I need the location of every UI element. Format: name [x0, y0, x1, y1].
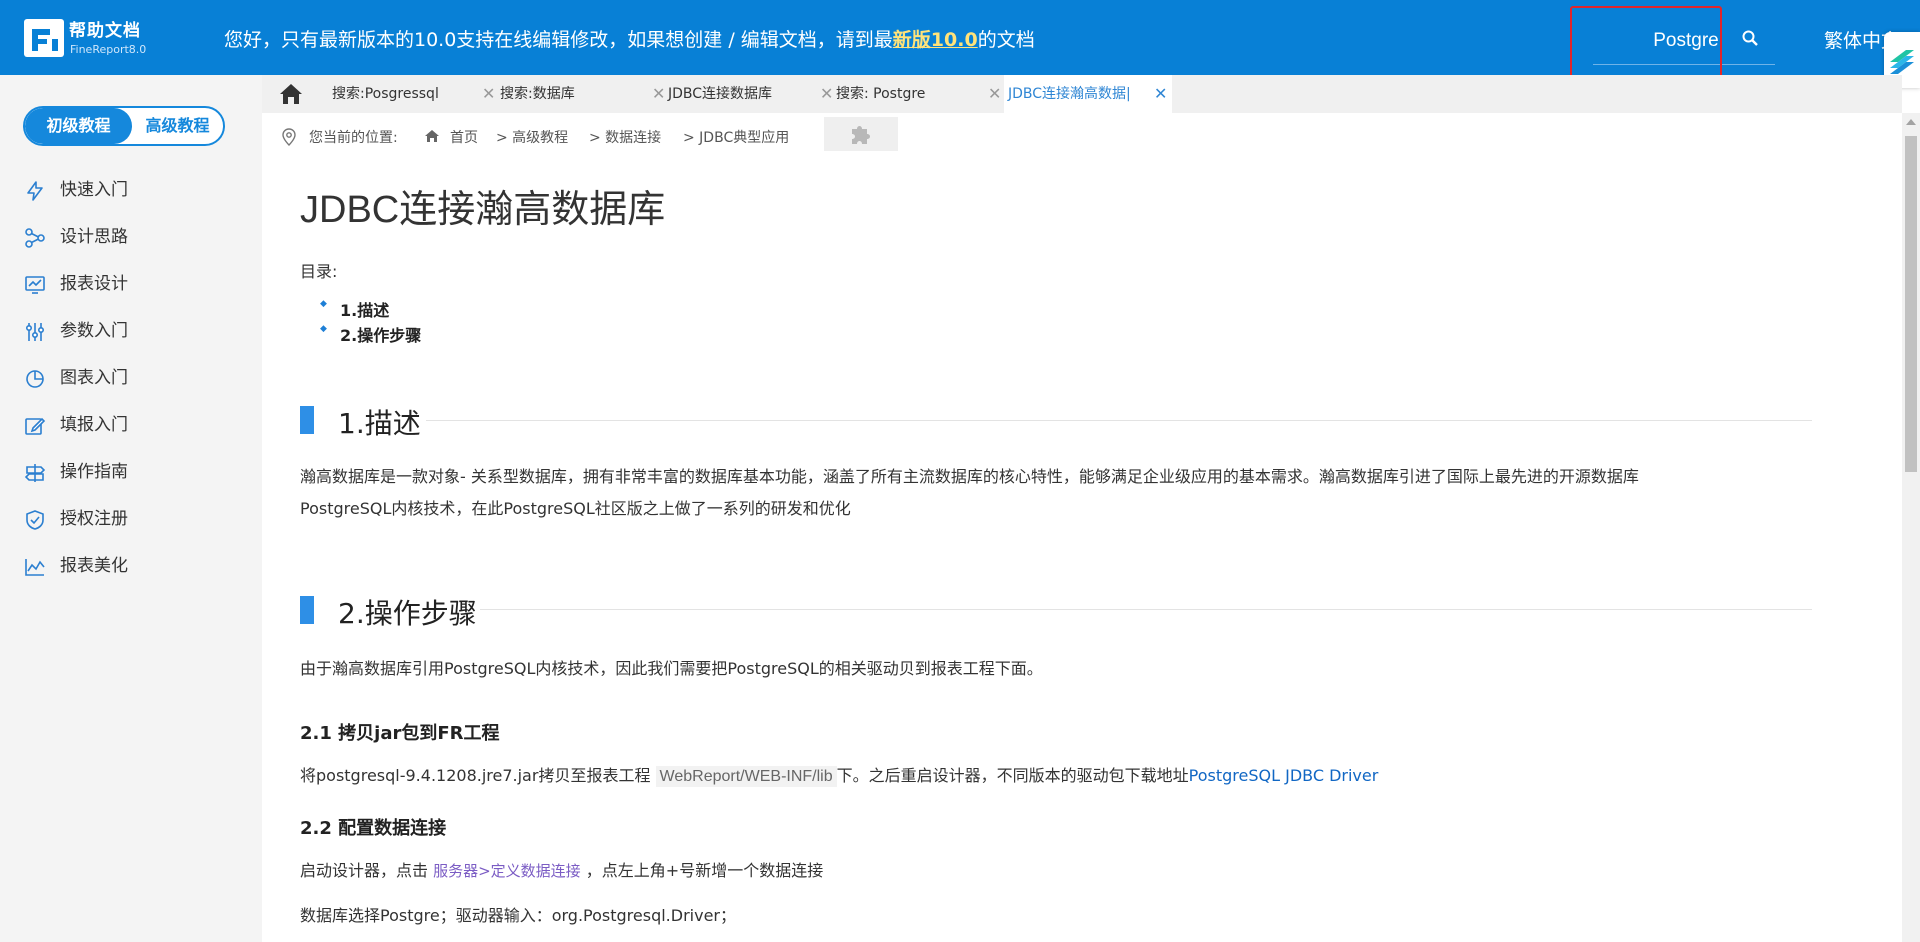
- lightning-icon: [27, 181, 43, 201]
- finereport-logo-icon[interactable]: [24, 19, 64, 57]
- lib-path-code: WebReport/WEB-INF/lib: [655, 766, 837, 787]
- page-title: JDBC连接瀚高数据库: [300, 189, 666, 231]
- config-text-a: 启动设计器，点击: [300, 861, 429, 880]
- toc-label: 目录:: [300, 262, 338, 281]
- logo-subtitle: FineReport8.0: [70, 43, 147, 56]
- tab-search-posgressql[interactable]: 搜索:Posgressql ✕: [332, 75, 497, 113]
- config-text-b: ，点左上角+号新增一个数据连接: [585, 861, 824, 880]
- subsection-config-text: 启动设计器，点击 服务器>定义数据连接 ，点左上角+号新增一个数据连接: [300, 857, 823, 881]
- sidebar-item-label: 图表入门: [60, 368, 128, 388]
- shield-check-icon: [26, 510, 44, 530]
- sidebar-item-label: 填报入门: [60, 415, 128, 435]
- breadcrumb-data-connection[interactable]: > 数据连接: [589, 127, 661, 147]
- section-title-steps: 2.操作步骤: [338, 597, 477, 630]
- tab-label: 搜索:Posgressql: [332, 86, 439, 102]
- sidebar-item-label: 快速入门: [60, 180, 128, 200]
- subsection-copy-jar-text: 将postgresql-9.4.1208.jre7.jar拷贝至报表工程 Web…: [300, 762, 1379, 787]
- toc-item-description[interactable]: 1.描述: [320, 297, 389, 321]
- tab-jdbc-connect-database[interactable]: JDBC连接数据库 ✕: [668, 75, 833, 113]
- network-icon: [25, 228, 45, 248]
- breadcrumb-jdbc-typical[interactable]: > JDBC典型应用: [683, 127, 789, 147]
- breadcrumb-advanced[interactable]: > 高级教程: [496, 127, 568, 147]
- postgresql-jdbc-driver-link[interactable]: PostgreSQL JDBC Driver: [1189, 766, 1379, 785]
- tab-label: JDBC连接数据库: [668, 86, 773, 102]
- sidebar-item-label: 设计思路: [60, 227, 128, 247]
- monitor-chart-icon: [25, 276, 45, 294]
- toc-item-steps[interactable]: 2.操作步骤: [320, 322, 421, 346]
- subsection-driver-text: 数据库选择Postgre；驱动器输入：org.Postgresql.Driver…: [300, 906, 736, 925]
- tutorial-level-toggle: 初级教程 高级教程: [23, 106, 225, 146]
- left-sidebar: 初级教程 高级教程 快速入门 设计思路 报表设计 参数入门 图表入门 填报入门 …: [0, 75, 262, 942]
- section-marker: [300, 596, 314, 624]
- section1-paragraph-line1: 瀚高数据库是一款对象- 关系型数据库，拥有非常丰富的数据库基本功能，涵盖了所有主…: [300, 467, 1639, 486]
- close-icon[interactable]: ✕: [652, 75, 665, 113]
- tab-search-postgre[interactable]: 搜索: Postgre ✕: [836, 75, 1001, 113]
- tab-label: 搜索:数据库: [500, 86, 575, 102]
- signpost-icon: [24, 464, 46, 482]
- banner-version-link[interactable]: 新版10.0: [893, 29, 978, 51]
- plugin-button[interactable]: [824, 117, 898, 151]
- sliders-icon: [25, 323, 45, 341]
- search-icon[interactable]: [1742, 30, 1758, 46]
- version-banner: 您好，只有最新版本的10.0支持在线编辑修改，如果想创建 / 编辑文档，请到最新…: [224, 25, 1035, 52]
- logo-title: 帮助文档: [69, 21, 141, 41]
- banner-suffix: 的文档: [977, 29, 1035, 51]
- scrollbar-thumb[interactable]: [1905, 136, 1917, 472]
- location-pin-icon: [282, 128, 296, 146]
- breadcrumb-prefix: 您当前的位置:: [309, 130, 398, 146]
- close-icon[interactable]: ✕: [482, 75, 495, 113]
- close-icon[interactable]: ✕: [820, 75, 833, 113]
- banner-prefix: 您好，只有最新版本的10.0支持在线编辑修改，如果想创建 / 编辑文档，请到最: [224, 29, 893, 51]
- tab-jdbc-highgo-active[interactable]: JDBC连接瀚高数据| ✕: [1004, 75, 1172, 113]
- sidebar-item-label: 操作指南: [60, 462, 128, 482]
- subsection-title-copy-jar: 2.1 拷贝jar包到FR工程: [300, 723, 500, 744]
- section-divider: [426, 420, 1812, 421]
- close-icon[interactable]: ✕: [1154, 75, 1167, 113]
- section1-paragraph-line2: PostgreSQL内核技术，在此PostgreSQL社区版之上做了一系列的研发…: [300, 499, 851, 518]
- pie-chart-icon: [26, 370, 44, 388]
- section-divider: [480, 609, 1812, 610]
- breadcrumb-home[interactable]: 首页: [450, 127, 478, 147]
- home-icon[interactable]: [278, 81, 304, 107]
- copy-jar-text-a: 将postgresql-9.4.1208.jre7.jar拷贝至报表工程: [300, 766, 651, 785]
- section-marker: [300, 406, 314, 434]
- subsection-title-config-connection: 2.2 配置数据连接: [300, 818, 447, 839]
- top-header: 帮助文档 FineReport8.0 您好，只有最新版本的10.0支持在线编辑修…: [0, 0, 1920, 75]
- article-content: JDBC连接瀚高数据库 目录: 1.描述 2.操作步骤 1.描述 瀚高数据库是一…: [262, 158, 1902, 942]
- advanced-tutorial-button[interactable]: 高级教程: [132, 108, 223, 144]
- sidebar-item-label: 参数入门: [60, 321, 128, 341]
- section-title-description: 1.描述: [338, 407, 421, 440]
- breadcrumb: 您当前的位置: 首页 > 高级教程 > 数据连接 > JDBC典型应用: [262, 113, 1902, 159]
- tab-label: JDBC连接瀚高数据|: [1008, 86, 1131, 102]
- page-scrollbar[interactable]: [1902, 113, 1920, 942]
- sidebar-item-label: 授权注册: [60, 509, 128, 529]
- close-icon[interactable]: ✕: [988, 75, 1001, 113]
- primary-tutorial-button[interactable]: 初级教程: [25, 108, 132, 144]
- copy-jar-text-b: 下。之后重启设计器，不同版本的驱动包下载地址: [836, 766, 1189, 785]
- edit-icon: [25, 417, 46, 435]
- tab-label: 搜索: Postgre: [836, 86, 926, 102]
- puzzle-icon: [852, 126, 870, 144]
- scroll-up-arrow-icon[interactable]: [1906, 119, 1916, 125]
- tab-search-database[interactable]: 搜索:数据库 ✕: [500, 75, 665, 113]
- menu-path-define-connection: 服务器>定义数据连接: [433, 862, 581, 880]
- sidebar-item-label: 报表美化: [60, 556, 128, 576]
- sidebar-item-label: 报表设计: [60, 274, 128, 294]
- home-small-icon[interactable]: [424, 128, 440, 144]
- line-chart-icon: [25, 559, 45, 576]
- tab-bar: 搜索:Posgressql ✕ 搜索:数据库 ✕ JDBC连接数据库 ✕ 搜索:…: [262, 75, 1902, 113]
- section2-paragraph: 由于瀚高数据库引用PostgreSQL内核技术，因此我们需要把PostgreSQ…: [300, 659, 1043, 678]
